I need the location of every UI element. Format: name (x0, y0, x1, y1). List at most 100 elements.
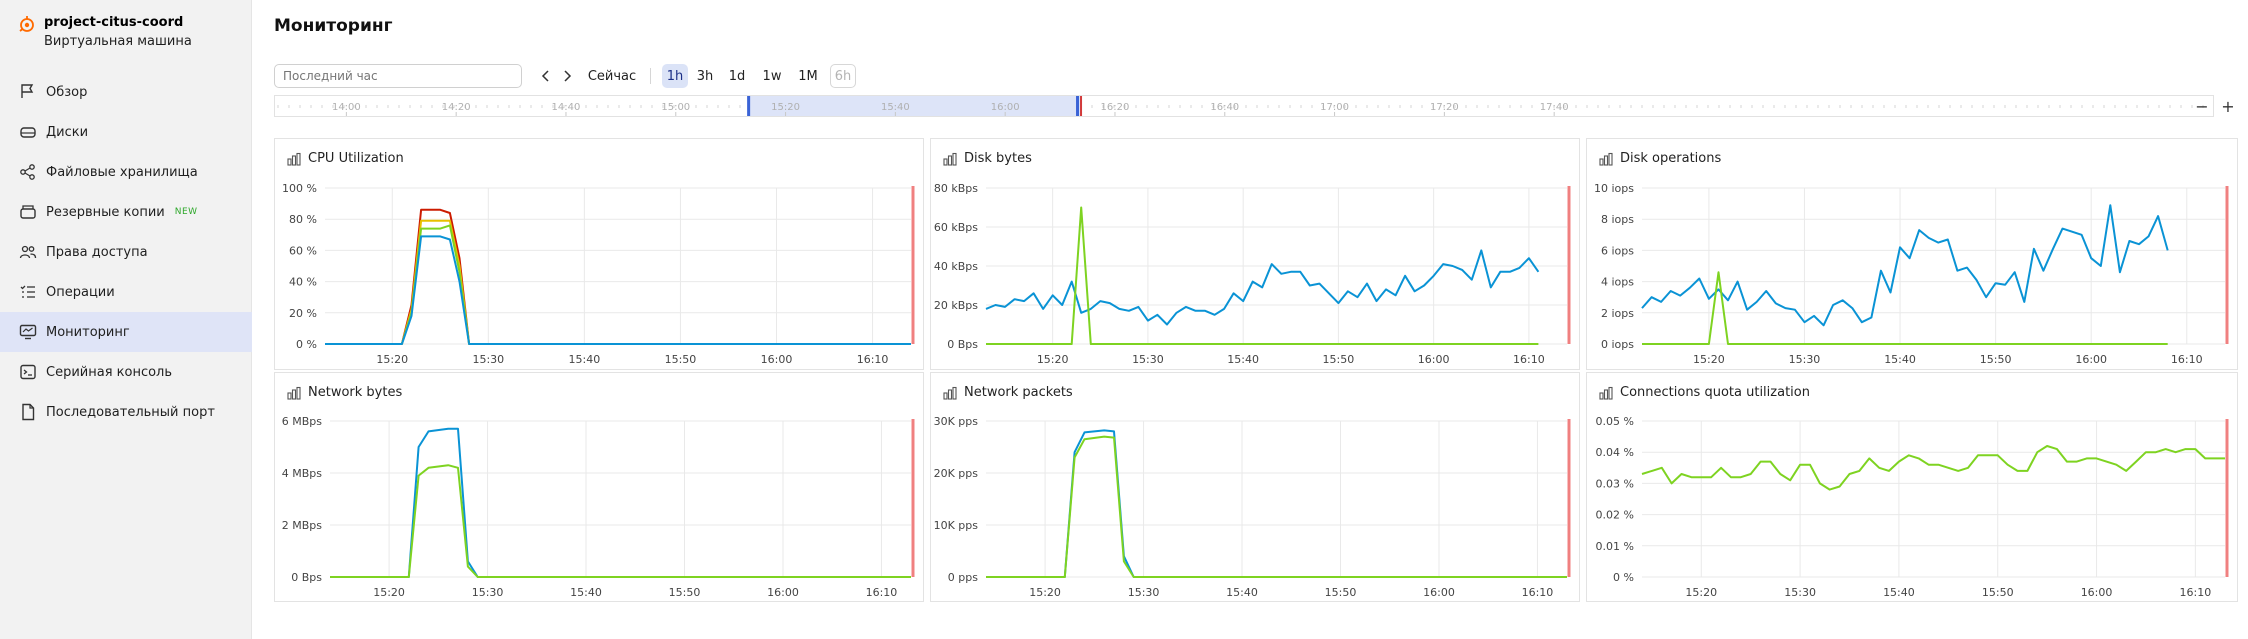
series-line-1 (330, 464, 911, 578)
x-tick-label: 15:50 (1325, 586, 1357, 599)
sidebar-item-flag[interactable]: Обзор (0, 72, 252, 112)
x-tick-label: 15:40 (1226, 586, 1258, 599)
sidebar-item-monitor[interactable]: Мониторинг (0, 312, 252, 352)
project-header[interactable]: project-citus-coord Виртуальная машина (16, 14, 236, 54)
sidebar-item-disk[interactable]: Диски (0, 112, 252, 152)
range-button-1M[interactable]: 1M (794, 64, 822, 88)
y-tick-label: 2 iops (1601, 307, 1634, 320)
x-tick-label: 16:10 (2180, 586, 2212, 599)
panel-disk-bytes: Disk bytes 80 kBps 60 kBps 40 kBps 20 kBps 0 … (930, 138, 1580, 370)
y-tick-label: 60 % (289, 244, 317, 257)
series-line-0 (986, 429, 1567, 578)
x-tick-label: 16:10 (1513, 353, 1545, 366)
monitor-icon (18, 322, 38, 342)
sidebar-item-label: Резервные копии (46, 204, 165, 220)
compute-icon (19, 16, 34, 32)
sidebar-item-document[interactable]: Последовательный порт (0, 392, 252, 432)
timeline-label: 14:20 (442, 102, 471, 113)
range-button-3h[interactable]: 3h (692, 64, 718, 88)
sidebar-item-label: Мониторинг (46, 324, 130, 340)
range-button-1w[interactable]: 1w (758, 64, 786, 88)
x-tick-label: 16:00 (2075, 353, 2107, 366)
chart-cpu-utilization[interactable]: 100 % 80 % 60 % 40 % 20 % 0 % 15:20 15:30 15:40 1… (275, 139, 923, 369)
y-tick-label: 0 pps (948, 571, 978, 584)
panel-network-packets: Network packets 30K pps 20K pps 10K pps 0 pp… (930, 372, 1580, 602)
chevron-left-icon (541, 70, 549, 82)
y-tick-label: 0 % (296, 338, 317, 351)
timeline-label: 14:40 (552, 102, 581, 113)
range-button-1h[interactable]: 1h (662, 64, 688, 88)
x-tick-label: 15:50 (1323, 353, 1355, 366)
x-tick-label: 16:10 (866, 586, 898, 599)
sidebar-item-label: Файловые хранилища (46, 164, 198, 180)
y-tick-label: 0.04 % (1596, 446, 1634, 459)
sidebar-item-label: Операции (46, 284, 115, 300)
series-line-0 (985, 249, 1540, 326)
x-tick-label: 15:40 (1883, 586, 1915, 599)
resource-type: Виртуальная машина (44, 34, 192, 49)
sidebar-item-label: Диски (46, 124, 89, 140)
series-line-1 (986, 435, 1567, 578)
time-range-input[interactable] (274, 64, 522, 88)
x-tick-label: 15:50 (1982, 586, 2014, 599)
y-tick-label: 30K pps (934, 415, 979, 428)
series-line-1 (1642, 271, 2168, 345)
backup-icon (18, 202, 38, 222)
x-tick-label: 15:20 (1693, 353, 1725, 366)
project-name: project-citus-coord (44, 15, 184, 30)
next-range-button[interactable] (557, 64, 577, 88)
sidebar-item-label: Обзор (46, 84, 88, 100)
panel-network-bytes: Network bytes 6 MBps 4 MBps 2 MBps 0 Bps 15:2… (274, 372, 924, 602)
y-tick-label: 0.02 % (1596, 509, 1634, 522)
x-tick-label: 15:50 (1980, 353, 2012, 366)
now-button[interactable]: Сейчас (582, 64, 642, 88)
y-tick-label: 0.03 % (1596, 477, 1634, 490)
sidebar-item-file-storage[interactable]: Файловые хранилища (0, 152, 252, 192)
timeline-label: 17:20 (1430, 102, 1459, 113)
y-tick-label: 20K pps (934, 467, 979, 480)
timeline-handle[interactable] (1076, 96, 1080, 116)
y-tick-label: 20 kBps (934, 299, 978, 312)
range-button-6h: 6h (830, 64, 856, 88)
previous-range-button[interactable] (536, 64, 556, 88)
y-tick-label: 0 Bps (947, 338, 978, 351)
timeline-label: 16:40 (1210, 102, 1239, 113)
main-content: Мониторинг Сейчас 1h3h1d 1w 1M 6h 14:00 14:2… (252, 0, 2248, 639)
x-tick-label: 15:30 (1128, 586, 1160, 599)
x-tick-label: 15:40 (569, 353, 601, 366)
flag-icon (18, 82, 38, 102)
y-tick-label: 0.05 % (1596, 415, 1634, 428)
series-line-1 (986, 206, 1539, 345)
y-tick-label: 0 % (1613, 571, 1634, 584)
x-tick-label: 15:20 (1037, 353, 1069, 366)
x-tick-label: 16:10 (1522, 586, 1554, 599)
sidebar-item-users[interactable]: Права доступа (0, 232, 252, 272)
terminal-icon (18, 362, 38, 382)
list-icon (18, 282, 38, 302)
sidebar: project-citus-coord Виртуальная машина О… (0, 0, 252, 639)
chart-connections-quota-utilization[interactable]: 0.05 % 0.04 % 0.03 % 0.02 % 0.01 % 0 % 15:20 15… (1587, 373, 2237, 601)
x-tick-label: 16:00 (761, 353, 793, 366)
document-icon (18, 402, 38, 422)
sidebar-item-backup[interactable]: Резервные копии NEW (0, 192, 252, 232)
chart-network-bytes[interactable]: 6 MBps 4 MBps 2 MBps 0 Bps 15:20 15:30 15:40 15… (275, 373, 923, 601)
timeline-zoom-out-button[interactable]: − (2190, 95, 2214, 117)
x-tick-label: 15:50 (665, 353, 697, 366)
x-tick-label: 15:40 (570, 586, 602, 599)
sidebar-item-list[interactable]: Операции (0, 272, 252, 312)
x-tick-label: 15:30 (1132, 353, 1164, 366)
timeline-navigator[interactable]: 14:00 14:20 14:40 15:00 15:20 15:40 16:00 16:20… (274, 95, 2214, 117)
x-tick-label: 16:00 (767, 586, 799, 599)
range-button-1d[interactable]: 1d (724, 64, 750, 88)
new-badge: NEW (174, 207, 198, 217)
timeline-handle[interactable] (747, 96, 751, 116)
users-icon (18, 242, 38, 262)
sidebar-item-label: Последовательный порт (46, 404, 215, 420)
sidebar-item-terminal[interactable]: Серийная консоль (0, 352, 252, 392)
y-tick-label: 10K pps (934, 519, 979, 532)
timeline-zoom-in-button[interactable]: + (2216, 95, 2240, 117)
chart-disk-bytes[interactable]: 80 kBps 60 kBps 40 kBps 20 kBps 0 Bps 15:20 15… (931, 139, 1579, 369)
chart-disk-operations[interactable]: 10 iops 8 iops 6 iops 4 iops 2 iops 0 iops 15:… (1587, 139, 2237, 369)
x-tick-label: 15:30 (472, 353, 504, 366)
chart-network-packets[interactable]: 30K pps 20K pps 10K pps 0 pps 15:20 15:30 15:4… (931, 373, 1579, 601)
